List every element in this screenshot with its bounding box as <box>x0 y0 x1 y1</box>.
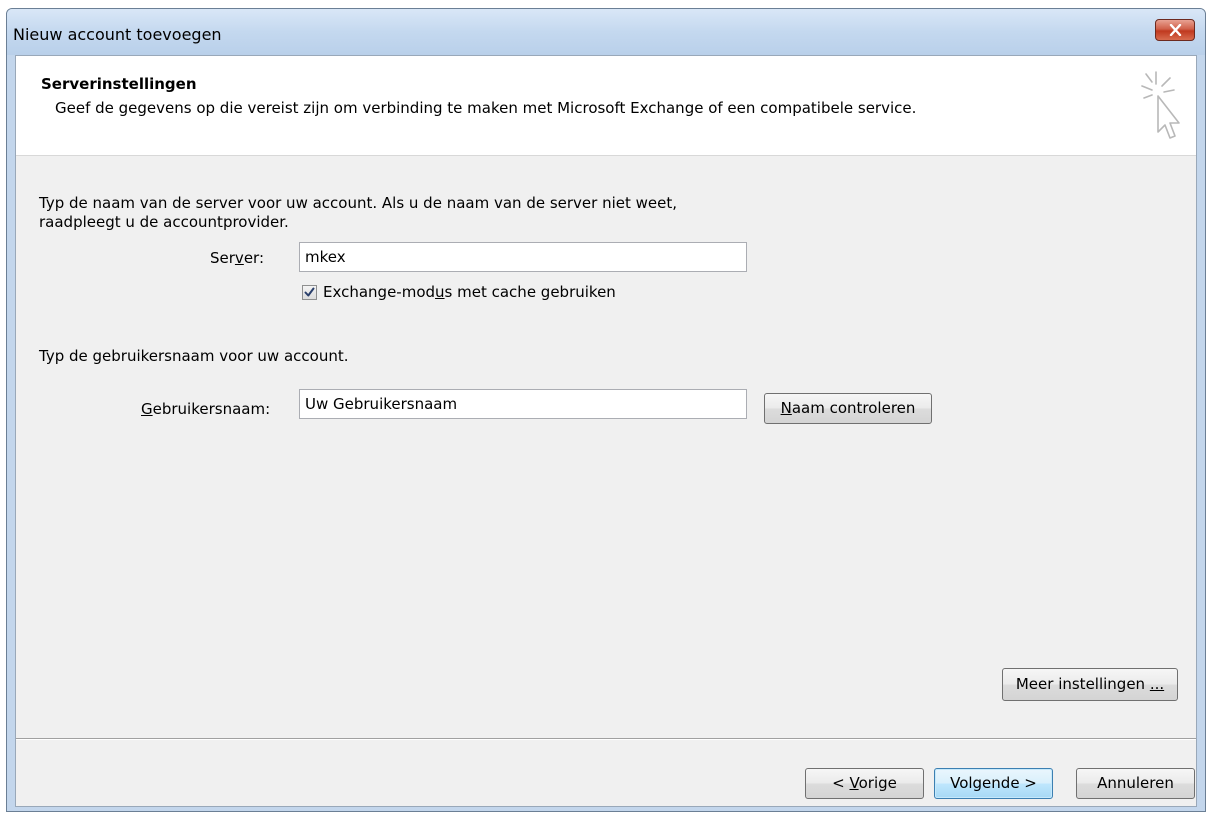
username-input[interactable]: Uw Gebruikersnaam <box>299 389 747 419</box>
server-instruction-line1: Typ de naam van de server voor uw accoun… <box>39 194 678 212</box>
sparkle-cursor-icon <box>1138 68 1182 144</box>
cache-mode-label[interactable]: Exchange-modus met cache gebruiken <box>323 283 616 301</box>
cache-mode-checkbox[interactable] <box>302 285 317 300</box>
back-button[interactable]: < Vorige <box>805 768 924 799</box>
wizard-header: Serverinstellingen Geef de gegevens op d… <box>16 56 1196 156</box>
cancel-button[interactable]: Annuleren <box>1076 768 1195 799</box>
next-button[interactable]: Volgende > <box>934 768 1053 799</box>
page-description: Geef de gegevens op die vereist zijn om … <box>55 99 917 117</box>
dialog-window: Nieuw account toevoegen Serverinstelling… <box>6 8 1206 812</box>
close-icon <box>1169 24 1182 36</box>
more-settings-button[interactable]: Meer instellingen ... <box>1002 668 1178 701</box>
username-label: Gebruikersnaam: <box>141 400 271 418</box>
window-title: Nieuw account toevoegen <box>13 25 222 44</box>
footer-separator <box>16 738 1196 740</box>
username-instruction: Typ de gebruikersnaam voor uw account. <box>39 347 349 365</box>
server-input[interactable]: mkex <box>299 242 747 272</box>
page-title: Serverinstellingen <box>41 75 197 93</box>
checkmark-icon <box>304 287 315 297</box>
dialog-body: Serverinstellingen Geef de gegevens op d… <box>15 55 1197 807</box>
title-bar[interactable]: Nieuw account toevoegen <box>7 9 1205 55</box>
close-button[interactable] <box>1155 19 1195 41</box>
check-name-button[interactable]: Naam controleren <box>764 393 932 424</box>
server-label: Server: <box>210 249 264 267</box>
server-instruction-line2: raadpleegt u de accountprovider. <box>39 213 289 231</box>
